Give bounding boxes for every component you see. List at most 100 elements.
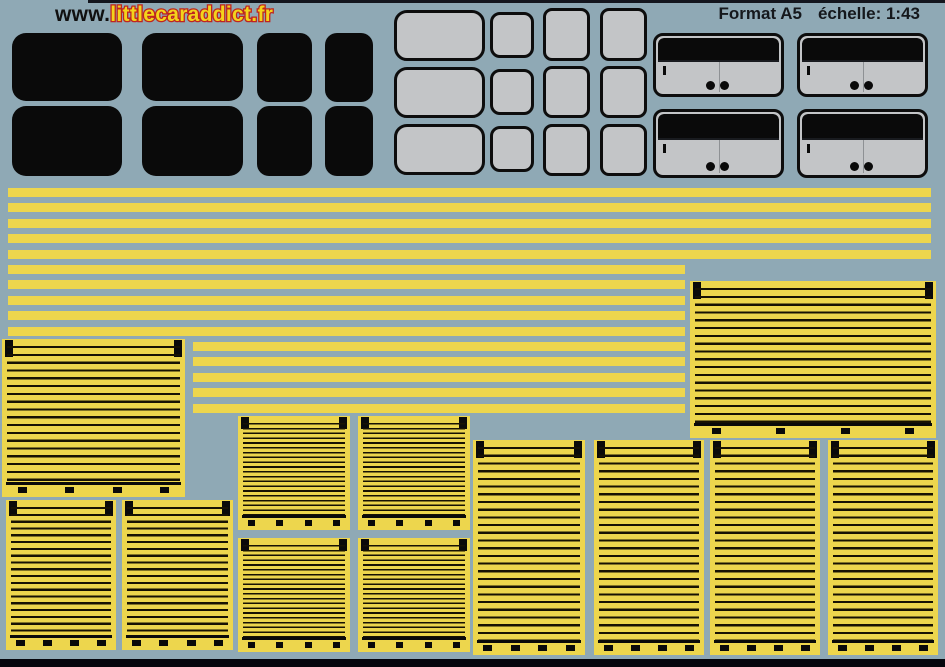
shutter-foot (483, 645, 493, 651)
shutter-feet (248, 642, 340, 648)
door-lock-mark (663, 65, 666, 75)
stripe-decal (8, 250, 931, 259)
shutter-foot (159, 640, 169, 646)
format-info: Format A5 échelle: 1:43 (718, 4, 920, 24)
shutter-slats (715, 447, 815, 640)
door-window-band (802, 114, 923, 138)
stripe-decal (193, 404, 685, 413)
door-inner (658, 114, 779, 173)
door-inner (802, 114, 923, 173)
shutter-foot (70, 640, 80, 646)
shutter-foot (15, 640, 25, 646)
shutter-foot (719, 645, 729, 651)
shutter-foot (368, 642, 376, 648)
door-lower-panel (802, 137, 923, 173)
door-handle-dot (849, 81, 859, 90)
shutter-foot (904, 428, 914, 434)
shutter-foot (368, 520, 376, 526)
shutter-feet (712, 428, 914, 434)
shutter-feet (248, 520, 340, 526)
door-handle-dot (863, 81, 873, 90)
format-label: Format A5 (718, 4, 802, 23)
shutter-slats (243, 545, 345, 637)
stripe-decal (8, 219, 931, 228)
shutter-foot (396, 520, 404, 526)
shutter-slats (363, 423, 465, 515)
stripe-decal (8, 188, 931, 197)
shutter-slats (478, 447, 580, 640)
door-lock-mark (807, 65, 810, 75)
shutter-foot (776, 428, 786, 434)
logo-brand: littlecaraddict.fr (109, 2, 274, 28)
window-decal-gray (394, 10, 485, 61)
shutter-bottom-rail (242, 637, 346, 640)
stripe-decal (193, 373, 685, 382)
roller-shutter-decal (6, 500, 116, 650)
shutter-slats (695, 288, 931, 423)
door-handle-dot (719, 162, 729, 171)
shutter-foot (538, 645, 548, 651)
shutter-slats (11, 507, 111, 635)
door-handle-dot (705, 162, 715, 171)
shutter-foot (304, 520, 312, 526)
door-handle-dot (705, 81, 715, 90)
shutter-bottom-rail (362, 515, 466, 518)
stripe-decal (8, 296, 685, 305)
door-inner (802, 38, 923, 92)
window-decal-gray (394, 124, 485, 175)
shutter-feet (15, 640, 107, 646)
shutter-bottom-rail (477, 640, 581, 643)
logo-prefix: www. (55, 3, 111, 26)
shutter-foot (186, 640, 196, 646)
stripe-decal (193, 357, 685, 366)
shutter-bottom-rail (598, 640, 700, 643)
shutter-feet (837, 645, 929, 651)
shutter-foot (840, 428, 850, 434)
door-window-band (802, 38, 923, 60)
window-decal-gray (600, 66, 647, 118)
shutter-foot (97, 640, 107, 646)
shutter-foot (712, 428, 722, 434)
shutter-foot (658, 645, 668, 651)
shutter-bottom-rail (10, 635, 112, 638)
stripe-decal (8, 311, 685, 320)
van-rear-door-decal (653, 109, 784, 178)
stripe-decal (8, 234, 931, 243)
shutter-bottom-rail (714, 640, 816, 643)
door-window-band (658, 114, 779, 138)
window-decal-black (325, 33, 373, 102)
shutter-foot (248, 642, 256, 648)
window-decal-black (142, 106, 243, 176)
door-handle-dot (849, 162, 859, 171)
door-lower-panel (658, 137, 779, 173)
shutter-slats (363, 545, 465, 637)
roller-shutter-decal (710, 440, 820, 655)
stripe-decal (8, 203, 931, 212)
shutter-foot (65, 487, 75, 493)
shutter-foot (630, 645, 640, 651)
roller-shutter-decal (690, 281, 936, 438)
roller-shutter-decal (358, 538, 470, 652)
shutter-feet (131, 640, 224, 646)
door-lock-mark (807, 143, 810, 153)
shutter-foot (424, 642, 432, 648)
window-decal-gray (543, 8, 590, 61)
shutter-foot (774, 645, 784, 651)
roller-shutter-decal (122, 500, 233, 650)
shutter-foot (18, 487, 28, 493)
shutter-foot (603, 645, 613, 651)
van-rear-door-decal (797, 109, 928, 178)
roller-shutter-decal (238, 416, 350, 530)
window-decal-gray (543, 124, 590, 176)
shutter-foot (685, 645, 695, 651)
shutter-feet (603, 645, 695, 651)
door-inner (658, 38, 779, 92)
roller-shutter-decal (828, 440, 938, 655)
window-decal-gray (490, 12, 534, 58)
window-decal-gray (600, 8, 647, 61)
shutter-foot (159, 487, 169, 493)
shutter-slats (243, 423, 345, 515)
shutter-bottom-rail (832, 640, 934, 643)
shutter-foot (304, 642, 312, 648)
window-decal-black (12, 106, 122, 176)
